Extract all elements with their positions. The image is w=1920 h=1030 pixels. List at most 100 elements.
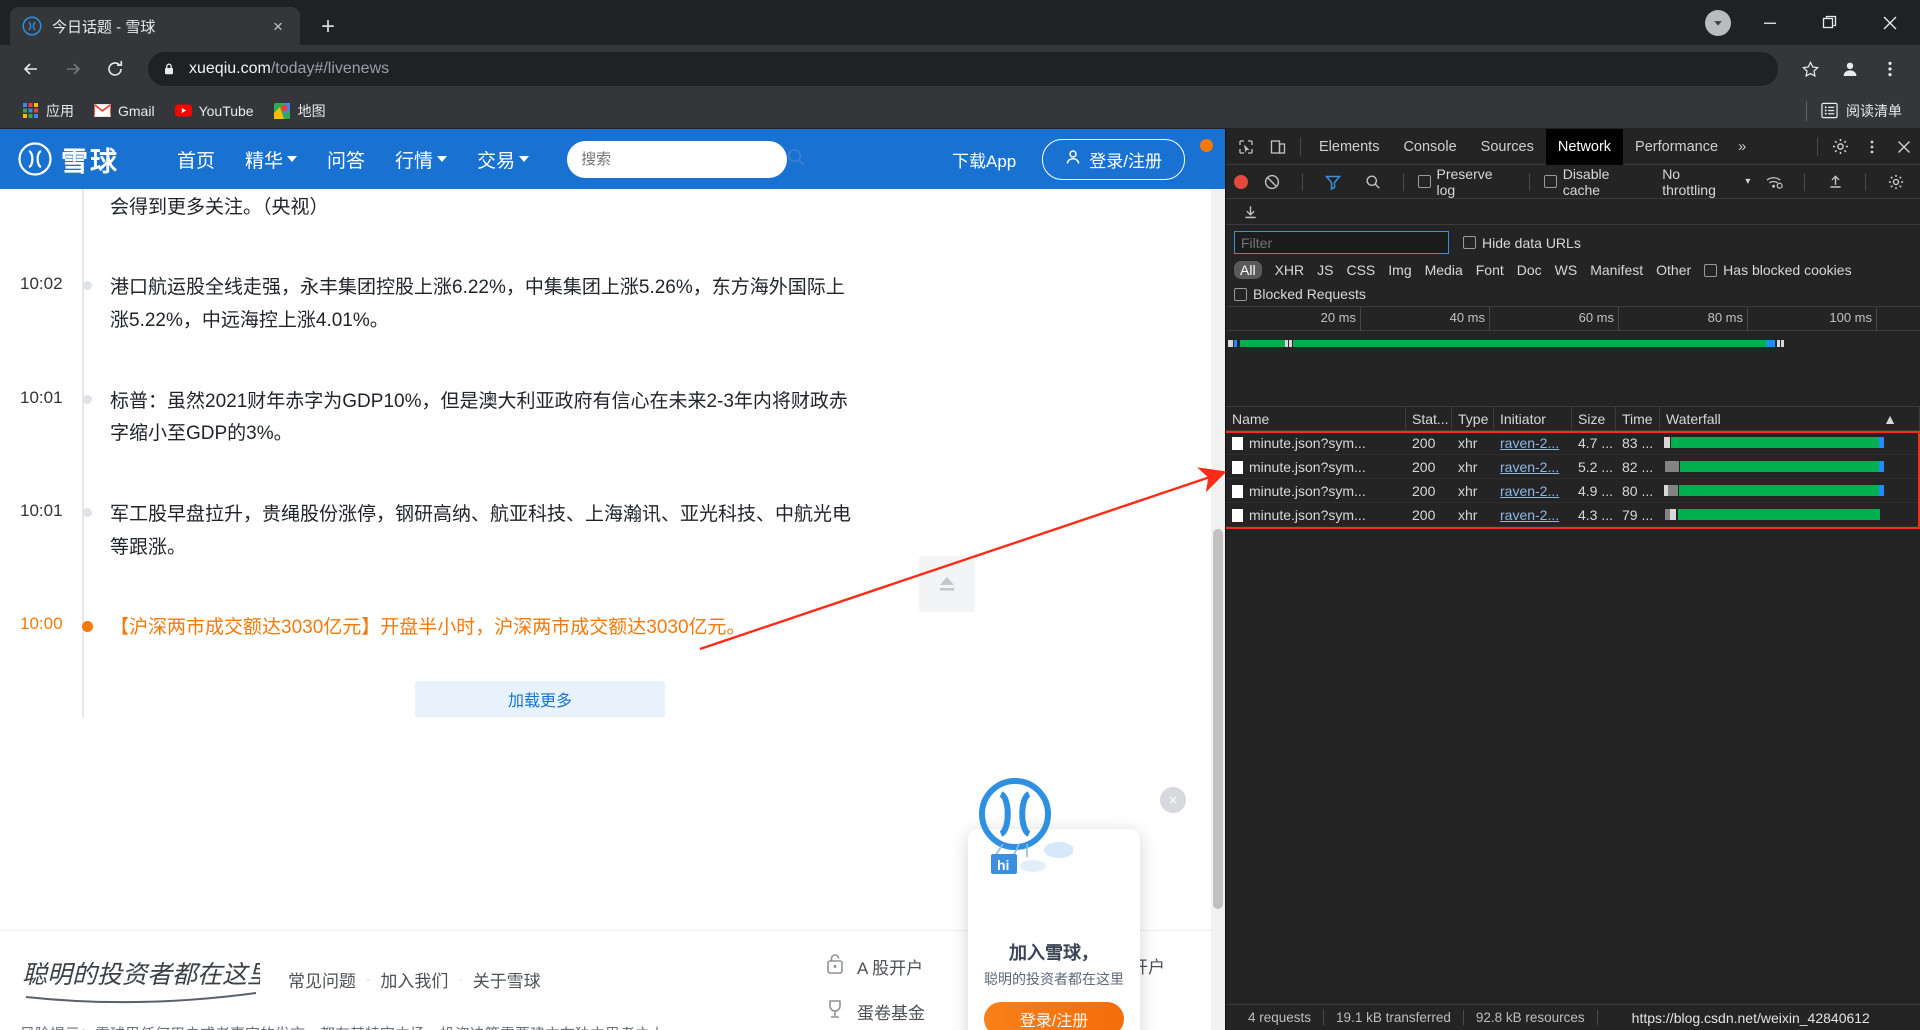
nav-item-essence[interactable]: 精华 bbox=[245, 146, 298, 173]
close-icon[interactable] bbox=[1888, 133, 1920, 161]
table-row[interactable]: minute.json?sym... 200 xhr raven-2... 4.… bbox=[1226, 479, 1920, 503]
request-initiator-link[interactable]: raven-2... bbox=[1500, 507, 1559, 523]
request-name[interactable]: minute.json?sym... bbox=[1226, 479, 1406, 503]
network-conditions-icon[interactable] bbox=[1758, 168, 1790, 196]
news-item[interactable]: 10:02 港口航运股全线走强，永丰集团控股上涨6.22%，中集集团上涨5.26… bbox=[20, 256, 1060, 369]
record-icon[interactable] bbox=[1234, 174, 1248, 189]
devtools-tab-console[interactable]: Console bbox=[1391, 129, 1468, 165]
news-item[interactable]: 10:01 军工股早盘拉升，贵绳股份涨停，钢研高纳、航亚科技、上海瀚讯、亚光科技… bbox=[20, 483, 1060, 596]
column-header-type[interactable]: Type bbox=[1452, 407, 1494, 431]
type-filter-doc[interactable]: Doc bbox=[1517, 262, 1542, 278]
devtools-table-scrollbar[interactable] bbox=[1908, 431, 1920, 1004]
minimize-button[interactable] bbox=[1740, 0, 1800, 45]
checkbox-box[interactable] bbox=[1704, 263, 1718, 277]
new-tab-button[interactable]: + bbox=[310, 9, 346, 45]
devtools-tab-performance[interactable]: Performance bbox=[1623, 129, 1730, 165]
type-filter-media[interactable]: Media bbox=[1425, 262, 1463, 278]
login-register-button[interactable]: 登录/注册 bbox=[1042, 138, 1185, 180]
clear-icon[interactable] bbox=[1256, 168, 1288, 196]
column-header-status[interactable]: Stat... bbox=[1406, 407, 1452, 431]
browser-tab[interactable]: 今日话题 - 雪球 × bbox=[10, 7, 300, 45]
page-scrollbar-thumb[interactable] bbox=[1213, 529, 1223, 909]
search-icon[interactable] bbox=[786, 147, 806, 172]
close-button[interactable] bbox=[1860, 0, 1920, 45]
blocked-requests-checkbox[interactable]: Blocked Requests bbox=[1234, 286, 1366, 302]
request-initiator[interactable]: raven-2... bbox=[1494, 503, 1572, 527]
bookmark-gmail[interactable]: Gmail bbox=[86, 98, 163, 123]
status-url-link[interactable]: https://blog.csdn.net/weixin_42840612 bbox=[1632, 1010, 1870, 1026]
download-app-link[interactable]: 下载App bbox=[952, 147, 1016, 172]
chevron-down-icon[interactable]: ▾ bbox=[1745, 176, 1750, 187]
nav-item-quotes[interactable]: 行情 bbox=[395, 146, 448, 173]
type-filter-other[interactable]: Other bbox=[1656, 262, 1691, 278]
profile-icon[interactable] bbox=[1832, 51, 1868, 87]
footer-link-faq[interactable]: 常见问题 bbox=[288, 967, 356, 992]
request-name[interactable]: minute.json?sym... bbox=[1226, 503, 1406, 527]
reading-list-button[interactable]: 阅读清单 bbox=[1806, 100, 1902, 121]
type-filter-img[interactable]: Img bbox=[1388, 262, 1411, 278]
footer-link-about[interactable]: 关于雪球 bbox=[473, 967, 541, 992]
type-filter-ws[interactable]: WS bbox=[1555, 262, 1578, 278]
news-item-highlighted[interactable]: 10:00 【沪深两市成交额达3030亿元】开盘半小时，沪深两市成交额达3030… bbox=[20, 596, 1060, 677]
type-filter-manifest[interactable]: Manifest bbox=[1590, 262, 1643, 278]
preserve-log-checkbox[interactable]: Preserve log bbox=[1417, 166, 1515, 198]
type-filter-css[interactable]: CSS bbox=[1346, 262, 1375, 278]
devtools-tab-elements[interactable]: Elements bbox=[1307, 129, 1391, 165]
import-har-icon[interactable] bbox=[1819, 168, 1851, 196]
gear-icon[interactable] bbox=[1824, 133, 1856, 161]
request-initiator-link[interactable]: raven-2... bbox=[1500, 459, 1559, 475]
footer-item-a-share[interactable]: A 股开户 bbox=[825, 953, 925, 980]
request-initiator-link[interactable]: raven-2... bbox=[1500, 435, 1559, 451]
news-item[interactable]: 10:01 标普：虽然2021财年赤字为GDP10%，但是澳大利亚政府有信心在未… bbox=[20, 370, 1060, 483]
back-to-top-button[interactable] bbox=[919, 556, 975, 612]
footer-link-join[interactable]: 加入我们 bbox=[380, 967, 448, 992]
type-filter-font[interactable]: Font bbox=[1476, 262, 1504, 278]
column-header-name[interactable]: Name bbox=[1226, 407, 1406, 431]
search-input[interactable] bbox=[581, 150, 781, 168]
site-logo[interactable]: 雪球 bbox=[18, 140, 119, 179]
site-search[interactable] bbox=[567, 140, 805, 178]
nav-item-trade[interactable]: 交易 bbox=[477, 146, 530, 173]
back-arrow-icon[interactable] bbox=[12, 50, 50, 88]
checkbox-box[interactable] bbox=[1543, 175, 1557, 188]
table-row[interactable]: minute.json?sym... 200 xhr raven-2... 4.… bbox=[1226, 503, 1920, 527]
request-initiator-link[interactable]: raven-2... bbox=[1500, 483, 1559, 499]
news-item[interactable]: 也将大幅下降，迎来更多的发展机遇。二是区域内中小微企业、初创企业、妇女等群体将会… bbox=[20, 189, 1060, 256]
bookmark-star-icon[interactable] bbox=[1792, 51, 1828, 87]
table-row[interactable]: minute.json?sym... 200 xhr raven-2... 5.… bbox=[1226, 455, 1920, 479]
column-header-time[interactable]: Time bbox=[1616, 407, 1660, 431]
type-filter-js[interactable]: JS bbox=[1317, 262, 1333, 278]
bookmark-youtube[interactable]: YouTube bbox=[167, 98, 262, 123]
checkbox-box[interactable] bbox=[1417, 175, 1431, 188]
footer-item-danjuan[interactable]: 蛋卷基金 bbox=[825, 998, 925, 1025]
bookmark-maps[interactable]: 地图 bbox=[266, 97, 334, 125]
update-icon[interactable] bbox=[1695, 0, 1740, 45]
kebab-menu-icon[interactable] bbox=[1856, 133, 1888, 161]
column-header-size[interactable]: Size bbox=[1572, 407, 1616, 431]
has-blocked-cookies-checkbox[interactable]: Has blocked cookies bbox=[1704, 262, 1852, 278]
checkbox-box[interactable] bbox=[1463, 236, 1476, 249]
bookmark-apps[interactable]: 应用 bbox=[14, 97, 82, 125]
request-initiator[interactable]: raven-2... bbox=[1494, 479, 1572, 503]
column-header-initiator[interactable]: Initiator bbox=[1494, 407, 1572, 431]
sort-ascending-icon[interactable]: ▲ bbox=[1883, 407, 1897, 431]
table-row[interactable]: minute.json?sym... 200 xhr raven-2... 4.… bbox=[1226, 431, 1920, 455]
maximize-button[interactable] bbox=[1800, 0, 1860, 45]
checkbox-box[interactable] bbox=[1234, 287, 1247, 301]
tab-close-icon[interactable]: × bbox=[268, 16, 288, 36]
filter-funnel-icon[interactable] bbox=[1317, 168, 1349, 196]
inspect-element-icon[interactable] bbox=[1230, 133, 1262, 161]
export-har-icon[interactable] bbox=[1234, 198, 1266, 226]
column-header-waterfall[interactable]: Waterfall ▲ bbox=[1660, 407, 1920, 431]
kebab-menu-icon[interactable] bbox=[1872, 51, 1908, 87]
load-more-button[interactable]: 加载更多 bbox=[415, 681, 665, 718]
devtools-tab-sources[interactable]: Sources bbox=[1469, 129, 1546, 165]
close-icon[interactable]: × bbox=[1160, 787, 1186, 813]
request-name[interactable]: minute.json?sym... bbox=[1226, 431, 1406, 455]
page-scrollbar[interactable] bbox=[1211, 189, 1225, 1030]
request-name[interactable]: minute.json?sym... bbox=[1226, 455, 1406, 479]
address-bar[interactable]: xueqiu.com/today#/livenews bbox=[148, 52, 1778, 86]
type-filter-all[interactable]: All bbox=[1234, 261, 1262, 279]
filter-input[interactable] bbox=[1234, 231, 1449, 254]
forward-arrow-icon[interactable] bbox=[54, 50, 92, 88]
